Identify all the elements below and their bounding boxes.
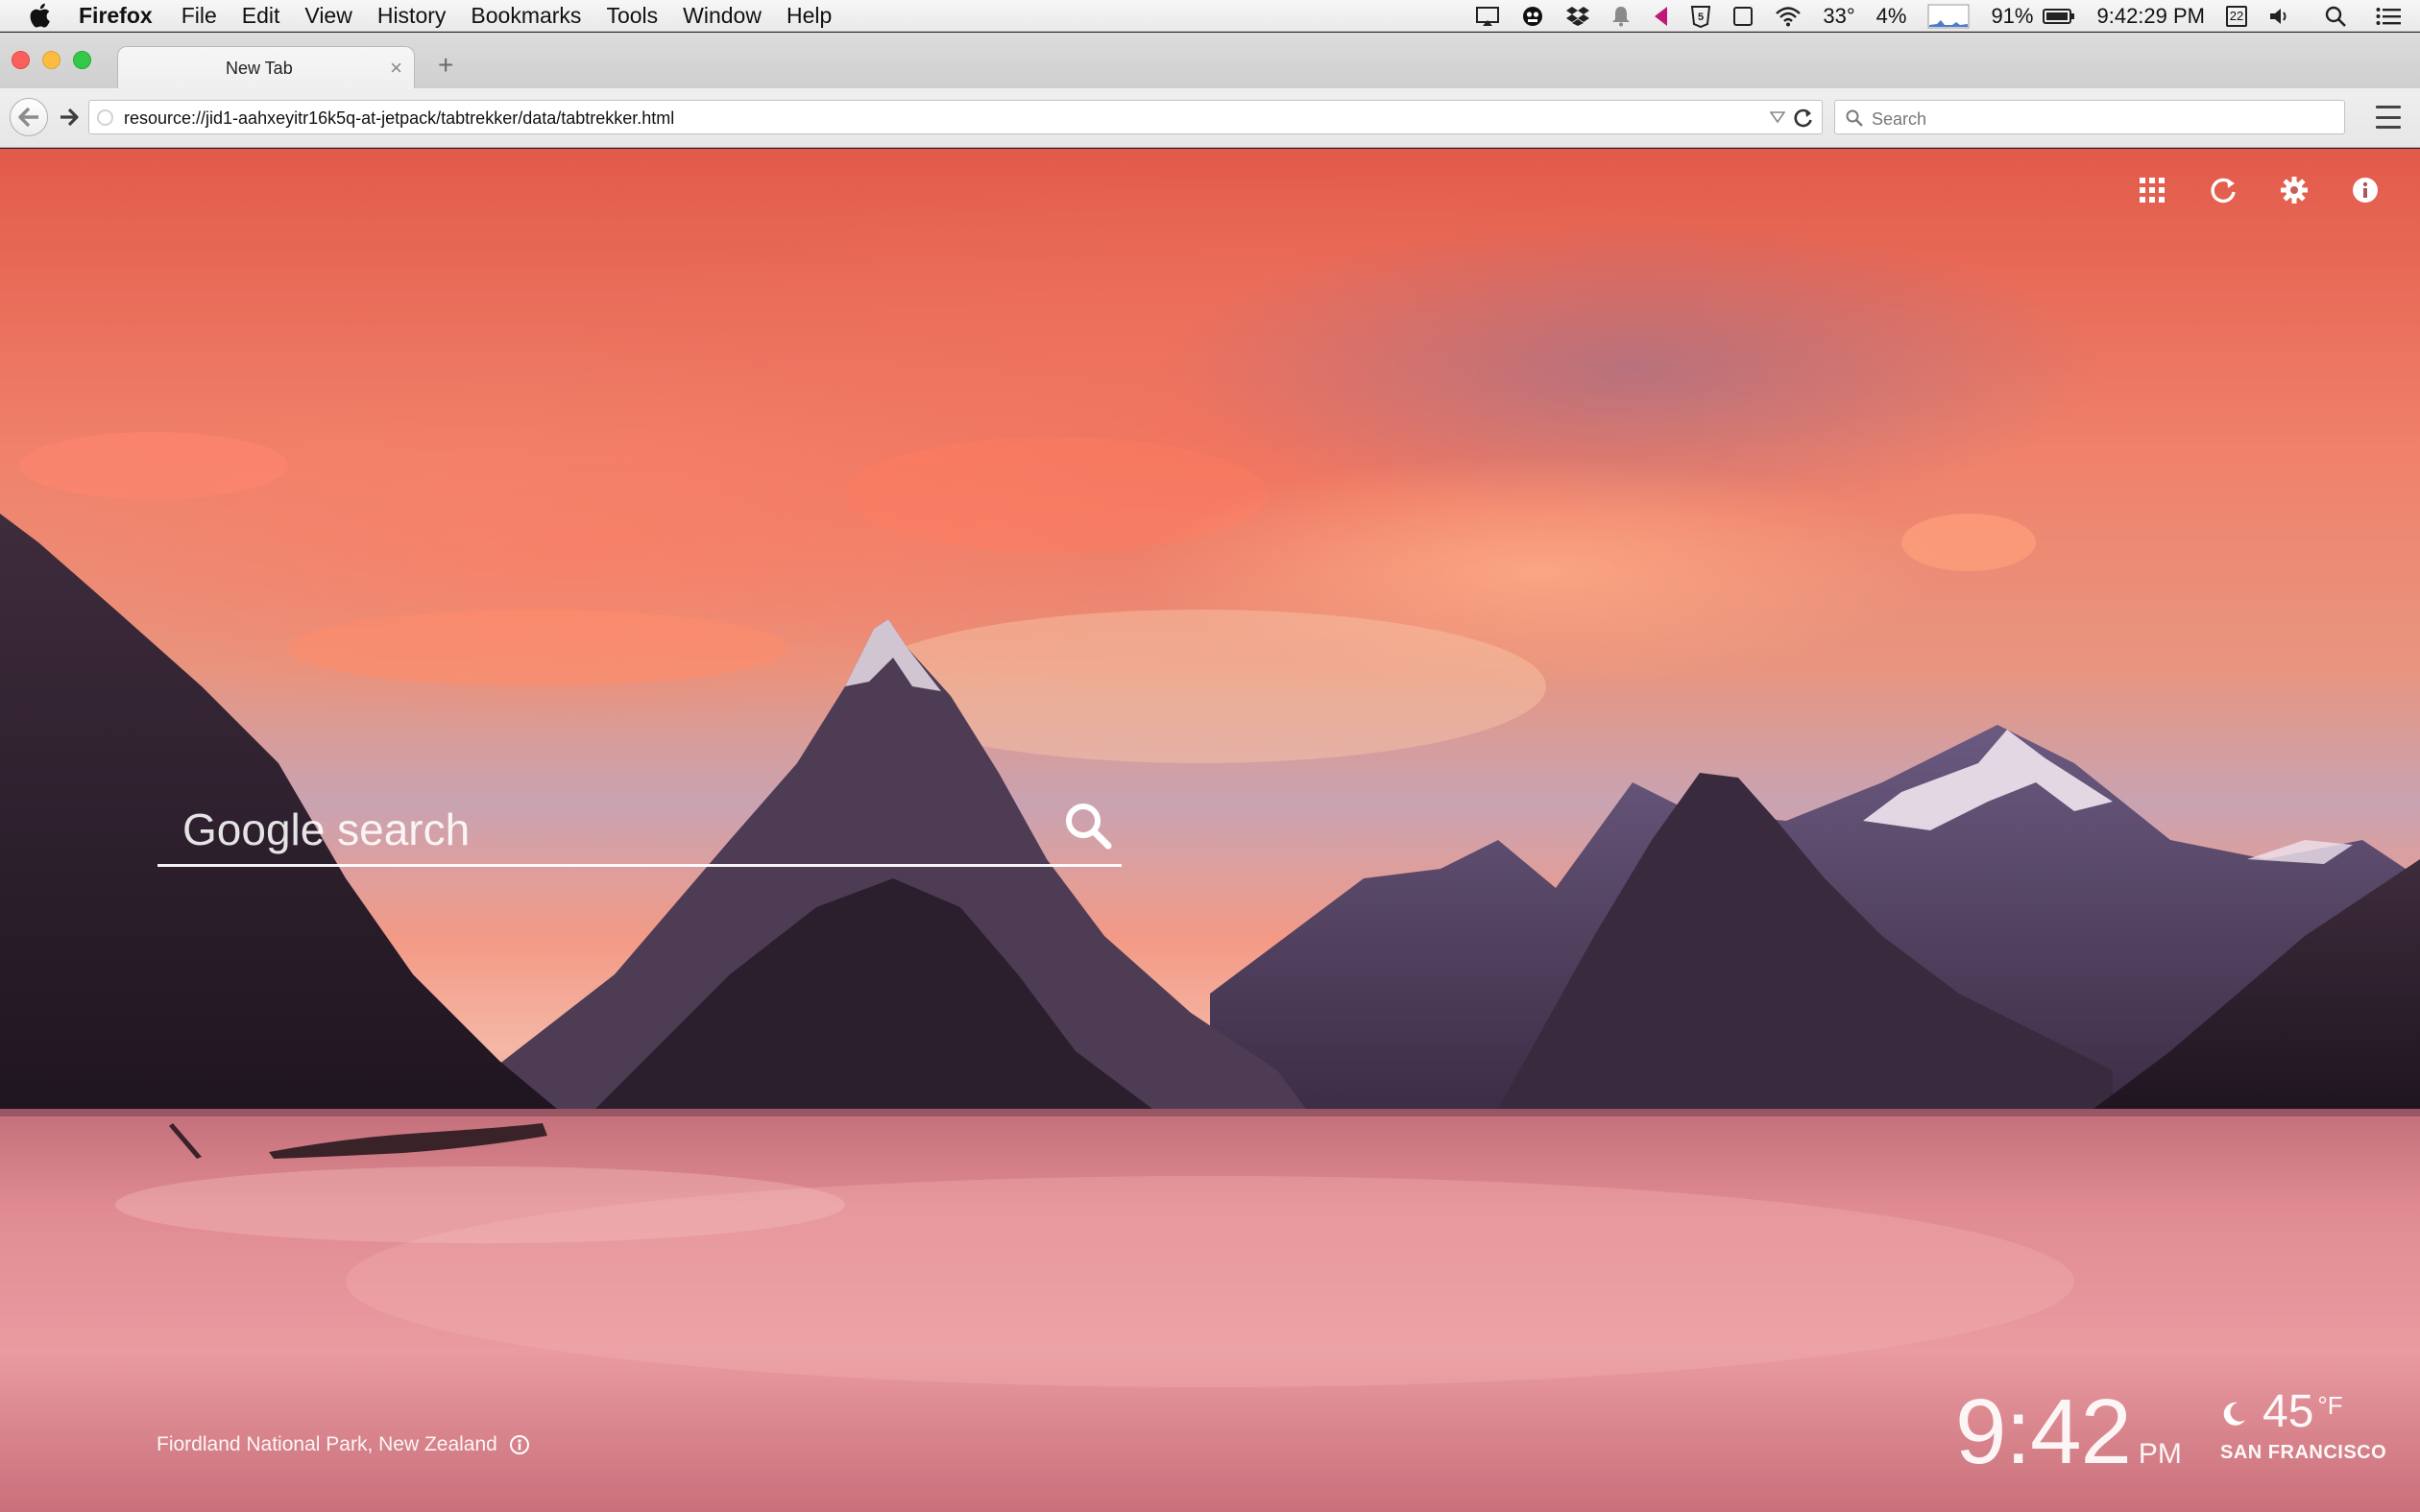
bug-monster-icon[interactable]: [1521, 5, 1544, 28]
forward-button[interactable]: [54, 102, 85, 132]
clock-ampm: PM: [2138, 1438, 2182, 1470]
history-dropmarker-icon[interactable]: [1770, 110, 1785, 124]
info-icon[interactable]: [2351, 176, 2380, 204]
search-magnifier-icon: [1066, 804, 1112, 850]
refresh-icon[interactable]: [2209, 176, 2238, 204]
status-menu-area: 5 33° 4% 91% 9:42:29 PM 22: [1454, 0, 2401, 32]
photo-location-text[interactable]: Fiordland National Park, New Zealand: [157, 1433, 497, 1456]
window-controls: [12, 51, 91, 69]
clock-time: 9:42: [1955, 1380, 2132, 1483]
clock-widget: 9:42 PM: [1955, 1380, 2182, 1485]
bartender-icon[interactable]: [1652, 6, 1669, 27]
volume-icon[interactable]: [2268, 6, 2291, 27]
hamburger-line-icon: [2376, 115, 2401, 119]
weather-unit: °F: [2317, 1391, 2343, 1420]
url-text[interactable]: resource://jid1-aahxeyitr16k5q-at-jetpac…: [124, 108, 674, 129]
tab-strip: New Tab × +: [0, 33, 2420, 90]
close-window-button[interactable]: [12, 51, 30, 69]
battery-icon[interactable]: [2043, 8, 2075, 25]
weather-city: SAN FRANCISCO: [2220, 1442, 2387, 1463]
hamburger-line-icon: [2376, 106, 2401, 108]
moon-icon: [2223, 1402, 2245, 1426]
menu-tools[interactable]: Tools: [606, 3, 658, 29]
tab-title: New Tab: [226, 59, 293, 78]
tab-new-tab[interactable]: New Tab ×: [117, 46, 415, 90]
menu-history[interactable]: History: [377, 3, 447, 29]
notification-bell-icon[interactable]: [1611, 6, 1631, 27]
minimize-window-button[interactable]: [42, 51, 60, 69]
menu-help[interactable]: Help: [786, 3, 832, 29]
photo-location[interactable]: Fiordland National Park, New Zealand: [157, 1433, 530, 1456]
back-arrow-icon: [18, 107, 38, 128]
url-bar[interactable]: resource://jid1-aahxeyitr16k5q-at-jetpac…: [88, 100, 1823, 134]
status-clock[interactable]: 9:42:29 PM: [2096, 4, 2205, 29]
location-info-icon[interactable]: [509, 1434, 530, 1455]
google-search-box: [157, 790, 1122, 867]
open-menu-button[interactable]: [2376, 106, 2401, 129]
new-tab-button[interactable]: +: [438, 52, 453, 79]
notification-center-icon[interactable]: [2376, 7, 2401, 26]
settings-gear-icon[interactable]: [2280, 176, 2309, 204]
window-square-icon[interactable]: [1732, 6, 1754, 27]
weather-widget[interactable]: 45 °F SAN FRANCISCO: [2220, 1385, 2386, 1464]
google-search-button[interactable]: [1062, 800, 1114, 852]
forward-arrow-icon: [60, 108, 79, 127]
page-toolbar: [2138, 176, 2380, 204]
hamburger-line-icon: [2376, 126, 2401, 129]
reload-icon[interactable]: [1793, 108, 1814, 129]
site-identity-icon[interactable]: [97, 109, 113, 126]
back-button[interactable]: [10, 98, 48, 136]
macos-menubar: Firefox File Edit View History Bookmarks…: [0, 0, 2420, 32]
html5-shield-icon[interactable]: 5: [1690, 5, 1711, 28]
dropbox-icon[interactable]: [1565, 6, 1590, 27]
zoom-window-button[interactable]: [73, 51, 91, 69]
network-graph-icon[interactable]: [1927, 4, 1970, 29]
wifi-icon[interactable]: [1775, 6, 1802, 27]
spotlight-search-icon[interactable]: [2324, 5, 2347, 28]
tabtrekker-page: Fiordland National Park, New Zealand 9:4…: [0, 149, 2420, 1512]
calendar-day: 22: [2226, 5, 2247, 27]
menu-view[interactable]: View: [304, 3, 351, 29]
navigation-toolbar: resource://jid1-aahxeyitr16k5q-at-jetpac…: [0, 88, 2420, 148]
browser-search-bar[interactable]: Search: [1834, 100, 2345, 134]
menu-app-firefox[interactable]: Firefox: [79, 3, 153, 29]
menu-bookmarks[interactable]: Bookmarks: [471, 3, 581, 29]
search-placeholder: Search: [1872, 109, 1927, 129]
weather-temperature: 45: [2263, 1386, 2314, 1437]
svg-text:5: 5: [1698, 12, 1704, 23]
status-battery-percent[interactable]: 91%: [1991, 4, 2033, 29]
apple-icon[interactable]: [27, 2, 52, 29]
menu-window[interactable]: Window: [683, 3, 762, 29]
status-temperature[interactable]: 33°: [1823, 4, 1854, 29]
tab-close-button[interactable]: ×: [390, 56, 402, 81]
status-cpu[interactable]: 4%: [1876, 4, 1907, 29]
menu-file[interactable]: File: [182, 3, 217, 29]
search-icon: [1846, 109, 1863, 127]
calendar-icon[interactable]: 22: [2226, 5, 2247, 27]
google-search-input[interactable]: [182, 802, 1028, 857]
apps-grid-icon[interactable]: [2138, 176, 2166, 204]
screen: Firefox File Edit View History Bookmarks…: [0, 0, 2420, 1512]
menu-edit[interactable]: Edit: [242, 3, 280, 29]
airplay-icon[interactable]: [1475, 6, 1500, 27]
